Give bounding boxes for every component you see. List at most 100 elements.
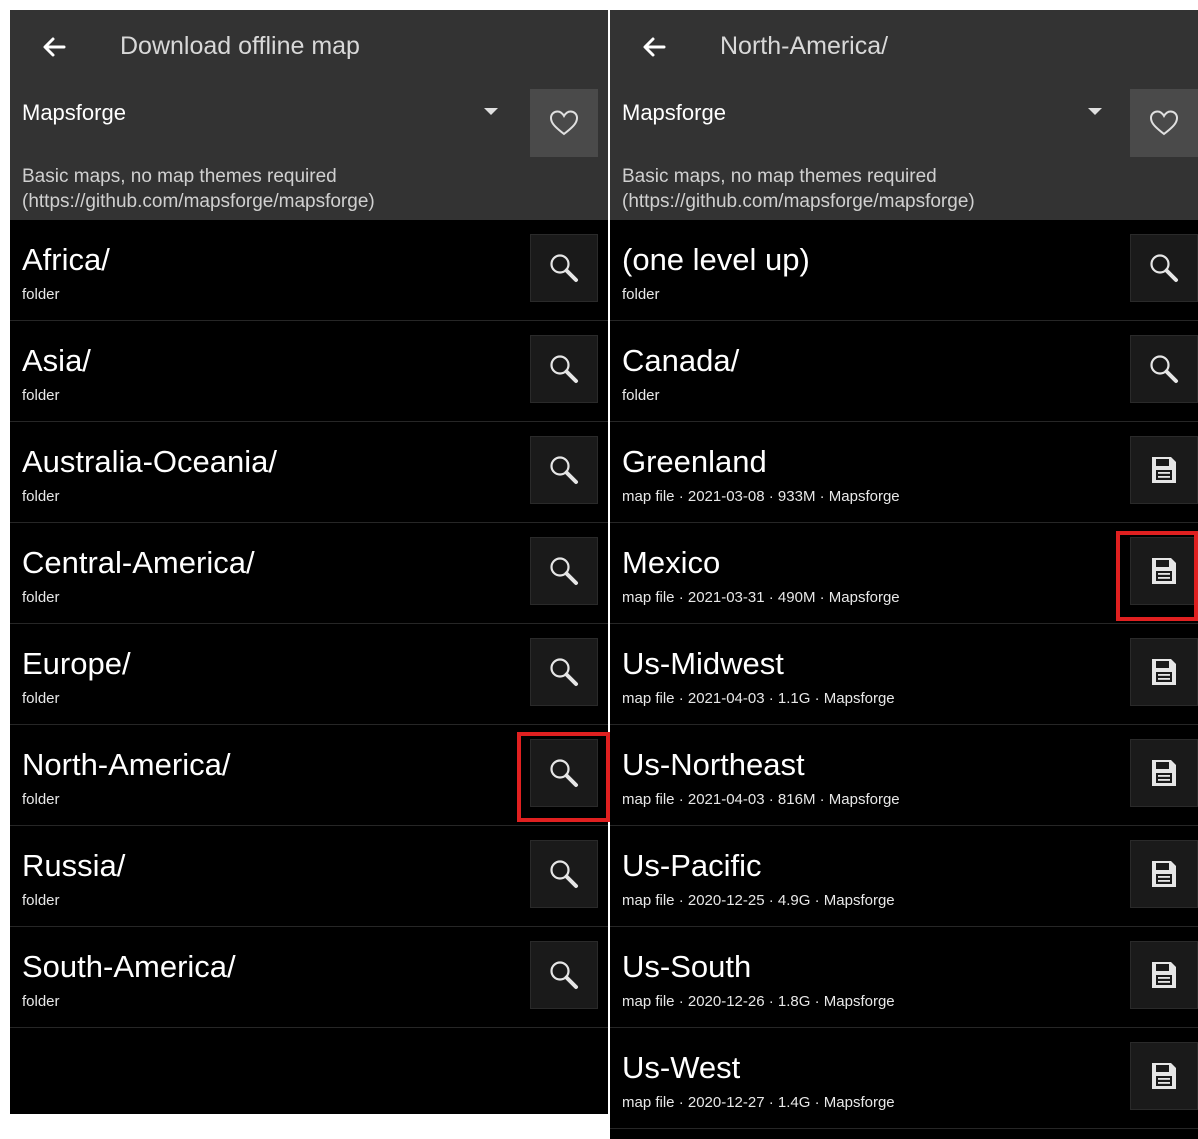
save-icon: [1150, 657, 1178, 687]
list-item[interactable]: Asia/folder: [10, 321, 608, 422]
save-icon: [1150, 859, 1178, 889]
list-item-subtitle: folder: [622, 286, 660, 303]
open-folder-button-south-america[interactable]: [530, 941, 598, 1009]
page-title: Download offline map: [120, 32, 360, 60]
heart-icon: [1149, 110, 1179, 136]
description-line: (https://github.com/mapsforge/mapsforge): [622, 191, 975, 212]
list-item-title: Russia/: [22, 848, 126, 883]
list-item-subtitle: map file · 2021-04-03 · 816M · Mapsforge: [622, 791, 900, 808]
list-item[interactable]: Central-America/folder: [10, 523, 608, 624]
list-item-subtitle: map file · 2020-12-27 · 1.4G · Mapsforge: [622, 1094, 895, 1111]
search-icon: [1147, 251, 1181, 285]
save-icon: [1150, 960, 1178, 990]
list-item[interactable]: Us-Northeast map file · 2021-04-03 · 816M…: [610, 725, 1198, 826]
download-button-us-west[interactable]: [1130, 1042, 1198, 1110]
list-item-subtitle: folder: [22, 892, 60, 909]
download-button-us-northeast[interactable]: [1130, 739, 1198, 807]
map-source-description: Basic maps, no map themes required (http…: [22, 164, 375, 214]
list-item[interactable]: South-America/folder: [10, 927, 608, 1028]
open-folder-button-north-america[interactable]: [530, 739, 598, 807]
list-item-title: (one level up): [622, 242, 810, 277]
list-item[interactable]: (one level up) folder: [610, 220, 1198, 321]
list-item-title: Central-America/: [22, 545, 255, 580]
list-item[interactable]: Greenland map file · 2021-03-08 · 933M · …: [610, 422, 1198, 523]
list-item[interactable]: Us-West map file · 2020-12-27 · 1.4G · Ma…: [610, 1028, 1198, 1129]
folder-list: Africa/folder Asia/folder Australia-Oceani…: [10, 220, 608, 1028]
list-item-title: Us-Pacific: [622, 848, 762, 883]
list-item-subtitle: folder: [22, 993, 60, 1010]
favorite-button[interactable]: [1130, 89, 1198, 157]
list-item[interactable]: Canada/folder: [610, 321, 1198, 422]
list-item-subtitle: folder: [22, 690, 60, 707]
list-item-subtitle: map file · 2020-12-26 · 1.8G · Mapsforge: [622, 993, 895, 1010]
search-icon: [547, 352, 581, 386]
list-item[interactable]: Us-Pacific map file · 2020-12-25 · 4.9G ·…: [610, 826, 1198, 927]
description-line: Basic maps, no map themes required: [22, 166, 337, 187]
search-icon: [547, 655, 581, 689]
download-button-us-south[interactable]: [1130, 941, 1198, 1009]
list-item-title: Asia/: [22, 343, 91, 378]
open-folder-button-one-level-up[interactable]: [1130, 234, 1198, 302]
list-item-subtitle: map file · 2020-12-25 · 4.9G · Mapsforge: [622, 892, 895, 909]
search-icon: [547, 251, 581, 285]
list-item-subtitle: folder: [22, 387, 60, 404]
open-folder-button-russia[interactable]: [530, 840, 598, 908]
dropdown-arrow-icon[interactable]: [1088, 108, 1102, 115]
list-item-title: Greenland: [622, 444, 767, 479]
list-item-subtitle: folder: [22, 589, 60, 606]
open-folder-button-europe[interactable]: [530, 638, 598, 706]
map-source-panel: Mapsforge Basic maps, no map themes requ…: [610, 84, 1198, 220]
download-button-us-midwest[interactable]: [1130, 638, 1198, 706]
dropdown-arrow-icon[interactable]: [484, 108, 498, 115]
left-screen: Download offline map Mapsforge Basic map…: [10, 10, 608, 1114]
list-item-subtitle: folder: [22, 791, 60, 808]
open-folder-button-asia[interactable]: [530, 335, 598, 403]
save-icon: [1150, 758, 1178, 788]
app-bar: Download offline map: [10, 10, 608, 84]
open-folder-button-australia-oceania[interactable]: [530, 436, 598, 504]
map-file-list: (one level up) folder Canada/folder Greenla…: [610, 220, 1198, 1129]
favorite-button[interactable]: [530, 89, 598, 157]
list-item-subtitle: map file · 2021-04-03 · 1.1G · Mapsforge: [622, 690, 895, 707]
open-folder-button-africa[interactable]: [530, 234, 598, 302]
map-source-select[interactable]: Mapsforge: [622, 100, 726, 126]
save-icon: [1150, 556, 1178, 586]
download-button-mexico[interactable]: [1130, 537, 1198, 605]
back-arrow-icon[interactable]: [38, 31, 70, 63]
list-item[interactable]: Europe/folder: [10, 624, 608, 725]
list-item-title: Mexico: [622, 545, 721, 580]
search-icon: [547, 857, 581, 891]
list-item[interactable]: Us-South map file · 2020-12-26 · 1.8G · M…: [610, 927, 1198, 1028]
map-source-panel: Mapsforge Basic maps, no map themes requ…: [10, 84, 608, 220]
save-icon: [1150, 455, 1178, 485]
open-folder-button-central-america[interactable]: [530, 537, 598, 605]
download-button-greenland[interactable]: [1130, 436, 1198, 504]
list-item[interactable]: Australia-Oceania/folder: [10, 422, 608, 523]
list-item-subtitle: folder: [622, 387, 660, 404]
map-source-select[interactable]: Mapsforge: [22, 100, 126, 126]
list-item[interactable]: Russia/folder: [10, 826, 608, 927]
search-icon: [1147, 352, 1181, 386]
right-screen: North-America/ Mapsforge Basic maps, no …: [610, 10, 1198, 1139]
list-item-title: Us-Midwest: [622, 646, 784, 681]
description-line: Basic maps, no map themes required: [622, 166, 937, 187]
list-item[interactable]: Africa/folder: [10, 220, 608, 321]
list-item-title: Canada/: [622, 343, 740, 378]
list-item-subtitle: folder: [22, 286, 60, 303]
list-item-title: South-America/: [22, 949, 236, 984]
list-item[interactable]: Mexico map file · 2021-03-31 · 490M · Map…: [610, 523, 1198, 624]
search-icon: [547, 554, 581, 588]
app-bar: North-America/: [610, 10, 1198, 84]
back-arrow-icon[interactable]: [638, 31, 670, 63]
page-title: North-America/: [720, 32, 889, 60]
list-item-subtitle: map file · 2021-03-31 · 490M · Mapsforge: [622, 589, 900, 606]
open-folder-button-canada[interactable]: [1130, 335, 1198, 403]
list-item[interactable]: North-America/folder: [10, 725, 608, 826]
list-item-title: Australia-Oceania/: [22, 444, 278, 479]
list-item-title: Europe/: [22, 646, 131, 681]
list-item-title: Africa/: [22, 242, 110, 277]
download-button-us-pacific[interactable]: [1130, 840, 1198, 908]
list-item[interactable]: Us-Midwest map file · 2021-04-03 · 1.1G ·…: [610, 624, 1198, 725]
search-icon: [547, 756, 581, 790]
list-item-subtitle: map file · 2021-03-08 · 933M · Mapsforge: [622, 488, 900, 505]
